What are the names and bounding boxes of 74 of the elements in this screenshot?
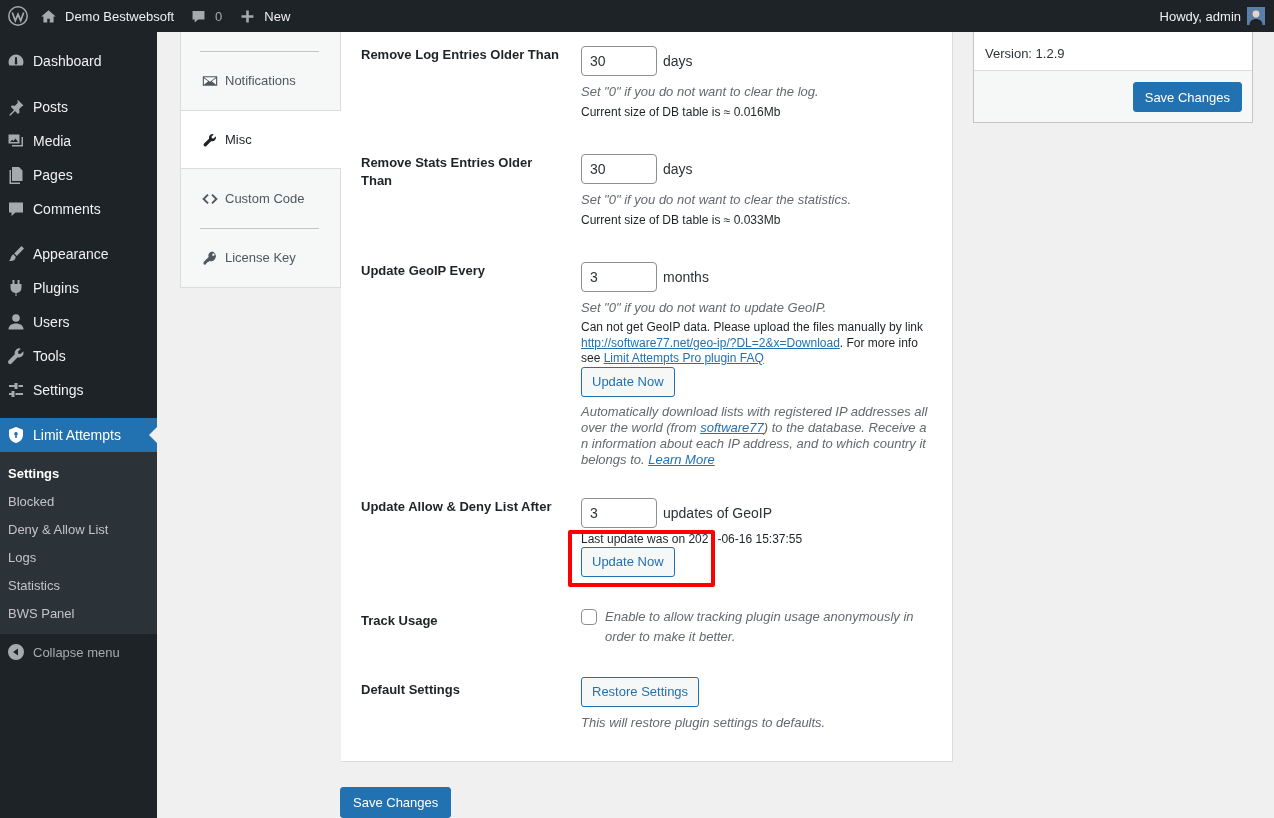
sidebar-menu-item[interactable]: Posts — [0, 90, 157, 124]
sidebar-menu-item[interactable]: Users — [0, 305, 157, 339]
link[interactable]: Learn More — [648, 451, 715, 467]
submenu-item[interactable]: Blocked — [0, 487, 157, 515]
paintbrush-icon — [6, 244, 26, 264]
sidebar-menu-item[interactable]: Settings — [0, 373, 157, 407]
number-field[interactable]: 30 — [581, 154, 657, 184]
person-icon — [6, 312, 26, 332]
sidebar-menu-item[interactable]: Limit Attempts — [0, 418, 157, 452]
version-text: Version: 1.2.9 — [985, 45, 1065, 61]
settings-tab[interactable]: Misc — [181, 110, 341, 169]
setting-label: Track Usage — [361, 611, 439, 630]
sidebar-menu-item[interactable]: Plugins — [0, 271, 157, 305]
link[interactable]: http://software77.net/geo-ip/?DL=2&x=Download — [581, 335, 840, 350]
settings-tab[interactable]: Notifications — [181, 51, 340, 110]
link[interactable]: software77 — [700, 419, 764, 435]
menu-pointer-icon — [149, 427, 157, 443]
shield-icon — [6, 425, 26, 445]
number-field[interactable]: 3 — [581, 497, 657, 528]
home-icon — [40, 7, 57, 25]
description-text: Set "0" if you do not want to update GeoIP. — [581, 299, 828, 317]
update-now-button[interactable]: Update Now — [581, 546, 675, 577]
avatar-icon — [1247, 7, 1265, 25]
sidebar-menu-item[interactable]: Dashboard — [0, 44, 157, 78]
setting-label: Remove Stats Entries Older Than — [361, 154, 534, 190]
wrench-icon — [6, 346, 26, 366]
key-icon — [202, 249, 218, 266]
settings-tab[interactable]: License Key — [181, 228, 340, 287]
collapse-icon — [6, 642, 26, 662]
description-text: Set "0" if you do not want to clear the log. — [581, 83, 820, 101]
setting-label: Update GeoIP Every — [361, 262, 487, 280]
wrench-icon — [202, 131, 218, 148]
site-name-link[interactable]: Demo Bestwebsoft — [40, 7, 175, 25]
submenu-item[interactable]: Logs — [0, 543, 157, 571]
submenu-item[interactable]: Settings — [0, 459, 157, 487]
description-text: Set "0" if you do not want to clear the statistics. — [581, 191, 853, 209]
checkbox-label: Enable to allow tracking plugin usage anonymously in order to make it better. — [605, 607, 915, 646]
setting-label: Update Allow & Deny List After — [361, 497, 553, 516]
new-content-link[interactable]: New — [239, 7, 291, 25]
link[interactable]: Limit Attempts Pro plugin FAQ — [603, 351, 764, 365]
setting-label: Remove Log Entries Older Than — [361, 46, 560, 64]
note-text: -06-16 15:37:55 — [717, 531, 803, 547]
unit-label: months — [663, 269, 709, 285]
submenu-item[interactable]: Statistics — [0, 571, 157, 599]
notice-text: Can not get GeoIP data. Please upload the files manually by link http://software77.net/geo-ip/?DL=2&x=Download. For more info see Limit Attempts Pro plugin FAQ — [581, 320, 924, 367]
note-text: Current size of DB table is ≈ 0.033Mb — [581, 213, 782, 228]
update-now-button[interactable]: Update Now — [581, 366, 675, 397]
sliders-icon — [6, 380, 26, 400]
sidebar-menu-item[interactable]: Comments — [0, 192, 157, 226]
logo-icon[interactable] — [8, 6, 28, 26]
collapse-menu-button[interactable]: Collapse menu — [0, 635, 157, 669]
submenu-item[interactable]: Deny & Allow List — [0, 515, 157, 543]
sidebar-menu-item[interactable]: Pages — [0, 158, 157, 192]
settings-tab[interactable]: Custom Code — [181, 169, 340, 228]
description-text: This will restore plugin settings to defaults. — [581, 713, 827, 732]
unit-label: updates of GeoIP — [663, 504, 772, 521]
unit-label: days — [663, 161, 693, 177]
setting-label: Default Settings — [361, 680, 461, 699]
restore-settings-button[interactable]: Restore Settings — [581, 676, 700, 707]
note-text: Last update was on 202 — [581, 531, 709, 547]
note-text: Current size of DB table is ≈ 0.016Mb — [581, 105, 782, 120]
sidebar-menu-item[interactable]: Media — [0, 124, 157, 158]
save-changes-button[interactable]: Save Changes — [340, 786, 452, 818]
sidebar-menu-item[interactable]: Tools — [0, 339, 157, 373]
number-field[interactable]: 3 — [581, 262, 657, 292]
checkbox[interactable] — [581, 608, 597, 625]
account-menu[interactable]: Howdy, admin — [1159, 7, 1265, 25]
info-text: Automatically download lists with registered IP addresses all over the world (from software77) to the database. Receive an information about each IP address, and to which country it belongs to. Learn More — [581, 403, 929, 468]
submenu-item[interactable]: BWS Panel — [0, 599, 157, 627]
unit-label: days — [663, 53, 693, 69]
save-changes-button[interactable]: Save Changes — [1132, 82, 1242, 112]
comments-link[interactable]: 0 — [190, 7, 223, 25]
sidebar-menu-item[interactable]: Appearance — [0, 237, 157, 271]
number-field[interactable]: 30 — [581, 46, 657, 76]
